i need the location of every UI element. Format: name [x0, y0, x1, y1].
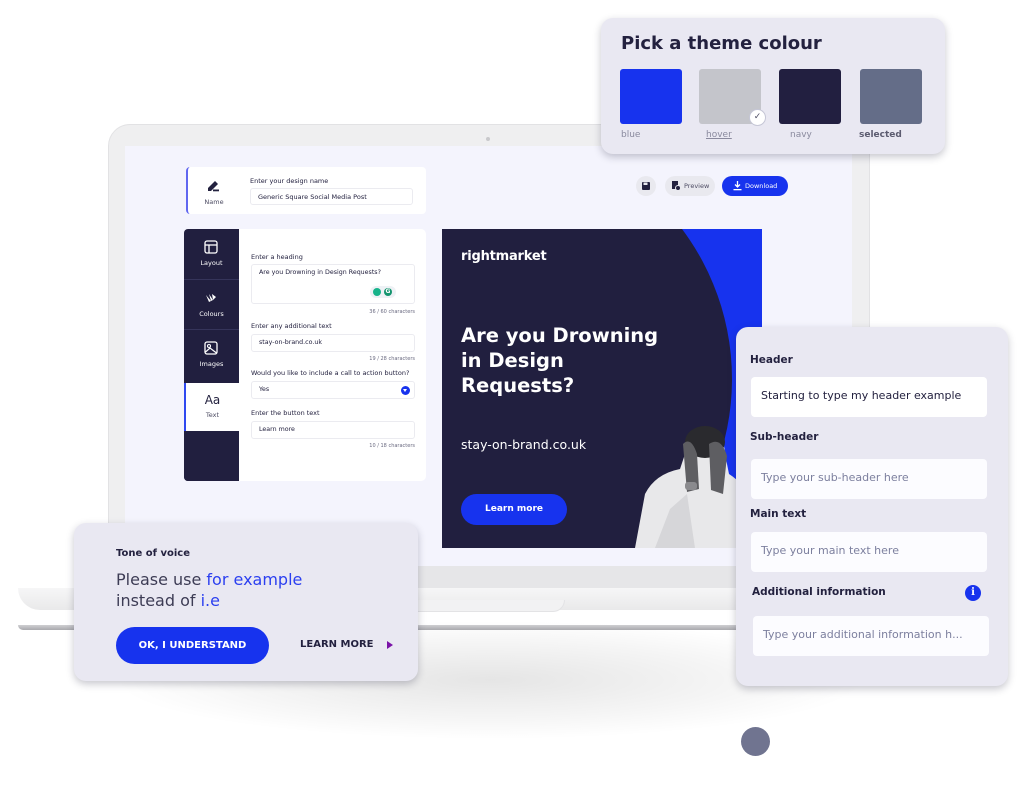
- theme-colour-picker: Pick a theme colour blue ✓ hover navy se…: [601, 18, 945, 154]
- sidebar-item-images-label: Images: [199, 360, 224, 368]
- sidebar-item-layout[interactable]: Layout: [184, 229, 239, 279]
- swatch-navy[interactable]: [779, 69, 841, 124]
- header-input[interactable]: Starting to type my header example: [751, 377, 987, 417]
- post-headline: Are you Drowning in Design Requests?: [461, 324, 659, 397]
- button-text-input[interactable]: Learn more: [251, 421, 415, 439]
- heading-counter: 36 / 60 characters: [369, 309, 415, 315]
- tone-msg-prefix: Please use: [116, 570, 207, 589]
- main-text-label: Main text: [750, 508, 807, 520]
- tone-title: Tone of voice: [116, 548, 190, 559]
- sidebar-item-text[interactable]: Aa Text: [184, 383, 239, 431]
- grammarly-icon: G: [384, 288, 392, 296]
- text-content-form: Header Starting to type my header exampl…: [736, 327, 1008, 686]
- sidebar-item-text-label: Text: [205, 411, 220, 419]
- preview-icon: [672, 181, 681, 191]
- floppy-disk-icon: [642, 182, 650, 190]
- main-text-input[interactable]: Type your main text here: [751, 532, 987, 572]
- additional-text-input[interactable]: stay-on-brand.co.uk: [251, 334, 415, 352]
- design-name-card: Name Enter your design name Generic Squa…: [186, 167, 426, 214]
- suggestion-bulb-icon: [373, 288, 381, 296]
- button-text-counter: 10 / 18 characters: [369, 443, 415, 449]
- social-post-preview: rightmarket Are you Drowning in Design R…: [442, 229, 762, 548]
- learn-more-link[interactable]: LEARN MORE: [300, 639, 373, 650]
- swatch-navy-label: navy: [790, 130, 812, 140]
- swatch-selected[interactable]: [860, 69, 922, 124]
- editor-sidebar: Layout Colours Images Aa Text: [184, 229, 239, 481]
- tone-msg-highlight-preferred: for example: [206, 570, 303, 589]
- post-url: stay-on-brand.co.uk: [461, 437, 587, 452]
- save-button[interactable]: [636, 176, 656, 196]
- sidebar-item-colours[interactable]: Colours: [184, 279, 239, 329]
- tone-of-voice-card: Tone of voice Please use for example ins…: [74, 523, 418, 681]
- check-icon: ✓: [749, 109, 766, 126]
- design-name-label: Enter your design name: [250, 177, 329, 185]
- additional-text-label: Enter any additional text: [251, 322, 332, 330]
- preview-button[interactable]: Preview: [665, 176, 715, 196]
- sidebar-item-colours-label: Colours: [199, 310, 224, 318]
- additional-text-counter: 19 / 28 characters: [369, 356, 415, 362]
- palette-icon: [206, 294, 216, 302]
- layout-icon: [204, 240, 218, 254]
- grammarly-widget[interactable]: G: [370, 286, 396, 298]
- laptop-camera: [486, 137, 490, 141]
- info-icon[interactable]: i: [965, 585, 981, 601]
- heading-label: Enter a heading: [251, 253, 303, 261]
- ok-understand-button[interactable]: OK, I UNDERSTAND: [116, 627, 269, 664]
- heading-input[interactable]: Are you Drowning in Design Requests?: [251, 264, 415, 304]
- swatch-blue[interactable]: [620, 69, 682, 124]
- download-icon: [733, 181, 742, 191]
- play-arrow-icon[interactable]: [387, 641, 393, 649]
- theme-picker-title: Pick a theme colour: [621, 33, 822, 54]
- cta-question-label: Would you like to include a call to acti…: [251, 369, 410, 377]
- post-cta-button: Learn more: [461, 494, 567, 525]
- tone-msg-highlight-avoid: i.e: [200, 591, 220, 610]
- tone-message: Please use for example instead of i.e: [116, 569, 376, 611]
- image-icon: [204, 341, 218, 355]
- design-name-input[interactable]: Generic Square Social Media Post: [250, 188, 413, 205]
- additional-info-label: Additional information: [752, 586, 886, 598]
- text-icon: Aa: [204, 393, 221, 407]
- carousel-dot[interactable]: [741, 727, 770, 756]
- subheader-label: Sub-header: [750, 431, 819, 443]
- download-label: Download: [745, 182, 778, 190]
- chevron-down-icon[interactable]: [401, 386, 410, 395]
- post-logo: rightmarket: [461, 249, 547, 264]
- tab-name[interactable]: Name: [188, 167, 240, 214]
- tone-msg-middle: instead of: [116, 591, 201, 610]
- pencil-icon: [208, 181, 219, 192]
- button-text-label: Enter the button text: [251, 409, 320, 417]
- download-button[interactable]: Download: [722, 176, 788, 196]
- tab-name-label: Name: [204, 198, 224, 206]
- preview-label: Preview: [684, 182, 710, 190]
- swatch-hover-label: hover: [706, 130, 732, 140]
- swatch-blue-label: blue: [621, 130, 641, 140]
- cta-dropdown[interactable]: Yes: [251, 381, 415, 399]
- subheader-input[interactable]: Type your sub-header here: [751, 459, 987, 499]
- sidebar-item-layout-label: Layout: [200, 259, 223, 267]
- header-label: Header: [750, 354, 793, 366]
- swatch-selected-label: selected: [859, 130, 902, 140]
- sidebar-item-images[interactable]: Images: [184, 329, 239, 379]
- additional-info-input[interactable]: Type your additional information h...: [753, 616, 989, 656]
- sidebar-filler: [184, 432, 239, 481]
